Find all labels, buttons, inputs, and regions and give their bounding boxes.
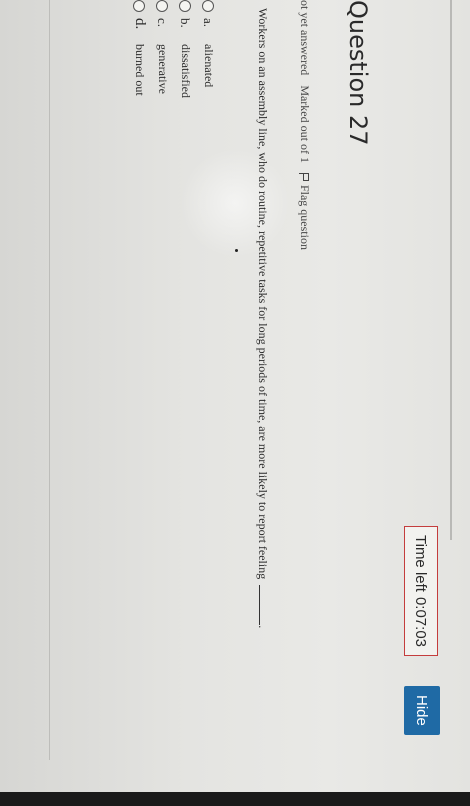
answer-letter: a.	[201, 18, 217, 28]
timer-box: Time left 0:07:03	[404, 526, 438, 656]
answer-option-c[interactable]: c. generative	[151, 0, 174, 98]
content-divider	[49, 0, 50, 760]
question-info: ot yet answered Marked out of 1 Flag que…	[297, 0, 312, 250]
answer-text: generative	[156, 44, 170, 94]
answer-options: a. alienated b. dissatisfied c. generati…	[128, 0, 220, 98]
answer-text: dissatisfied	[179, 44, 193, 98]
flag-question-label: Flag question	[298, 184, 312, 250]
question-text: Workers on an assembly line, who do rout…	[255, 8, 270, 628]
flag-question-link[interactable]: Flag question	[297, 173, 312, 250]
answer-letter: c.	[155, 18, 171, 28]
answer-option-b[interactable]: b. dissatisfied	[174, 0, 197, 98]
flag-icon	[300, 173, 310, 181]
radio-icon[interactable]	[156, 0, 169, 12]
question-title: Question 27	[344, 0, 372, 146]
glare-spot	[180, 148, 290, 258]
answer-option-d[interactable]: d. burned out	[128, 0, 151, 98]
hide-timer-button[interactable]: Hide	[404, 686, 440, 735]
timer-value: 0:07:03	[412, 596, 430, 647]
answer-letter: b.	[178, 18, 194, 28]
question-text-end: .	[256, 625, 270, 629]
radio-icon[interactable]	[133, 0, 146, 12]
header-divider	[450, 0, 452, 540]
photo-stage: Time left 0:07:03 Hide Question 27 ot ye…	[0, 0, 470, 806]
radio-icon[interactable]	[179, 0, 192, 12]
timer-label: Time left	[412, 535, 430, 592]
answer-text: alienated	[202, 44, 216, 88]
question-text-body: Workers on an assembly line, who do rout…	[256, 8, 270, 580]
answer-text: burned out	[133, 44, 147, 96]
radio-icon[interactable]	[202, 0, 215, 12]
quiz-page: Time left 0:07:03 Hide Question 27 ot ye…	[0, 0, 470, 806]
cursor-dot	[235, 249, 238, 252]
answer-status: ot yet answered	[298, 0, 312, 76]
answer-blank	[259, 585, 270, 626]
answer-letter: d.	[132, 18, 148, 30]
desk-edge	[0, 792, 470, 806]
answer-option-a[interactable]: a. alienated	[197, 0, 220, 98]
marks-info: Marked out of 1	[298, 85, 312, 163]
